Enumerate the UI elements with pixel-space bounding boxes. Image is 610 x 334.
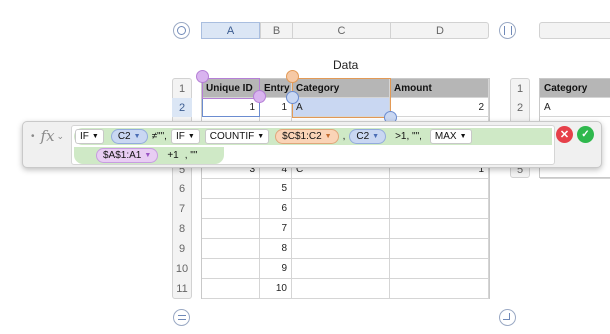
formula-text: >1, "",	[395, 131, 422, 142]
table-title[interactable]: Data	[333, 58, 358, 72]
table-cell-d11[interactable]	[390, 279, 489, 299]
reference-token-range-c[interactable]: $C$1:C2 ▼	[275, 129, 339, 144]
row-number[interactable]: 6	[172, 179, 192, 199]
table-cell-a10[interactable]	[202, 259, 260, 279]
range-handle-purple[interactable]	[196, 70, 209, 83]
caret-icon: ▼	[133, 133, 141, 140]
caret-icon: ▼	[257, 133, 265, 140]
row-number[interactable]: 11	[172, 279, 192, 299]
table-cell-c8[interactable]	[292, 219, 390, 239]
table-cell-b11[interactable]: 10	[260, 279, 292, 299]
reference-highlight-category-range	[292, 78, 391, 118]
table-cell-d10[interactable]	[390, 259, 489, 279]
table-cell-c7[interactable]	[292, 199, 390, 219]
table-cell-a11[interactable]	[202, 279, 260, 299]
drag-handle-icon[interactable]: •	[31, 131, 35, 142]
fx-icon: fx	[40, 127, 55, 145]
side-row-number[interactable]: 1	[510, 79, 530, 98]
row-number[interactable]: 9	[172, 239, 192, 259]
header-cell-amount[interactable]: Amount	[390, 79, 489, 98]
caret-icon: ▼	[187, 133, 195, 140]
add-rows-handle[interactable]	[173, 309, 190, 326]
formula-text: +1	[167, 150, 179, 161]
caret-icon: ▼	[459, 133, 467, 140]
reference-token-c2[interactable]: C2 ▼	[110, 129, 148, 144]
caret-icon: ▼	[91, 133, 99, 140]
range-handle-orange[interactable]	[286, 70, 299, 83]
formula-editor: • fx ⌄ IF ▼ C2 ▼ ≠"", IF ▼ COUNTIF ▼ $C$1:C2…	[22, 121, 602, 168]
range-handle-purple[interactable]	[253, 90, 266, 103]
table-cell-b9[interactable]: 8	[260, 239, 292, 259]
column-header-c[interactable]: C	[292, 22, 390, 39]
table-cell-d9[interactable]	[390, 239, 489, 259]
side-header-cell-category[interactable]: Category	[540, 79, 610, 98]
table-cell-b7[interactable]: 6	[260, 199, 292, 219]
column-header-d[interactable]: D	[390, 22, 489, 39]
caret-icon: ▼	[144, 152, 152, 159]
table-cell-d6[interactable]	[390, 179, 489, 199]
row-number-selected[interactable]: 2	[172, 98, 192, 117]
table-cell-a7[interactable]	[202, 199, 260, 219]
side-column-header-bar	[539, 22, 610, 39]
range-handle-blue[interactable]	[286, 91, 299, 104]
table-cell-a9[interactable]	[202, 239, 260, 259]
table-cell-c10[interactable]	[292, 259, 390, 279]
table-cell-c6[interactable]	[292, 179, 390, 199]
table-cell-c9[interactable]	[292, 239, 390, 259]
table-cell-b8[interactable]: 7	[260, 219, 292, 239]
side-table-cell[interactable]: A	[540, 98, 610, 117]
table-select-handle[interactable]	[173, 22, 190, 39]
row-number[interactable]: 8	[172, 219, 192, 239]
reference-highlight-unique-id-range	[202, 78, 260, 99]
table-cell-a6[interactable]	[202, 179, 260, 199]
caret-icon: ▼	[324, 133, 332, 140]
row-number[interactable]: 10	[172, 259, 192, 279]
function-token-if[interactable]: IF ▼	[170, 129, 200, 144]
column-resize-handle[interactable]	[499, 22, 516, 39]
formula-text: ≠"",	[151, 131, 167, 142]
table-cell-d7[interactable]	[390, 199, 489, 219]
add-rows-columns-handle[interactable]	[499, 309, 516, 326]
function-token-max[interactable]: MAX ▼	[429, 129, 472, 144]
table-cell-b10[interactable]: 9	[260, 259, 292, 279]
function-token-if[interactable]: IF ▼	[75, 129, 104, 144]
side-row-number[interactable]: 2	[510, 98, 530, 117]
row-number[interactable]: 7	[172, 199, 192, 219]
function-token-countif[interactable]: COUNTIF ▼	[204, 129, 270, 144]
table-cell-a8[interactable]	[202, 219, 260, 239]
column-header-b[interactable]: B	[260, 22, 292, 39]
accept-formula-button[interactable]: ✓	[577, 126, 594, 143]
formula-text: , ""	[184, 150, 198, 161]
formula-text: ,	[342, 131, 346, 142]
formula-menu-button[interactable]: • fx ⌄	[31, 127, 64, 145]
reference-token-range-a[interactable]: $A$1:A1 ▼	[96, 148, 159, 163]
formula-input[interactable]: IF ▼ C2 ▼ ≠"", IF ▼ COUNTIF ▼ $C$1:C2 ▼ , C2 ▼…	[71, 125, 555, 165]
table-cell-d2[interactable]: 2	[390, 98, 489, 117]
table-cell-b6[interactable]: 5	[260, 179, 292, 199]
column-header-a[interactable]: A	[201, 22, 260, 39]
row-number[interactable]: 1	[172, 79, 192, 98]
caret-icon: ▼	[372, 133, 380, 140]
table-cell-c11[interactable]	[292, 279, 390, 299]
table-cell-a2[interactable]: 1	[202, 98, 260, 117]
formula-line-2: $A$1:A1 ▼ +1 , ""	[74, 147, 224, 164]
formula-line-1: IF ▼ C2 ▼ ≠"", IF ▼ COUNTIF ▼ $C$1:C2 ▼ , C2 ▼…	[74, 128, 552, 145]
reference-token-c2[interactable]: C2 ▼	[349, 129, 387, 144]
chevron-down-icon: ⌄	[56, 130, 65, 141]
table-cell-d8[interactable]	[390, 219, 489, 239]
cancel-formula-button[interactable]: ✕	[556, 126, 573, 143]
